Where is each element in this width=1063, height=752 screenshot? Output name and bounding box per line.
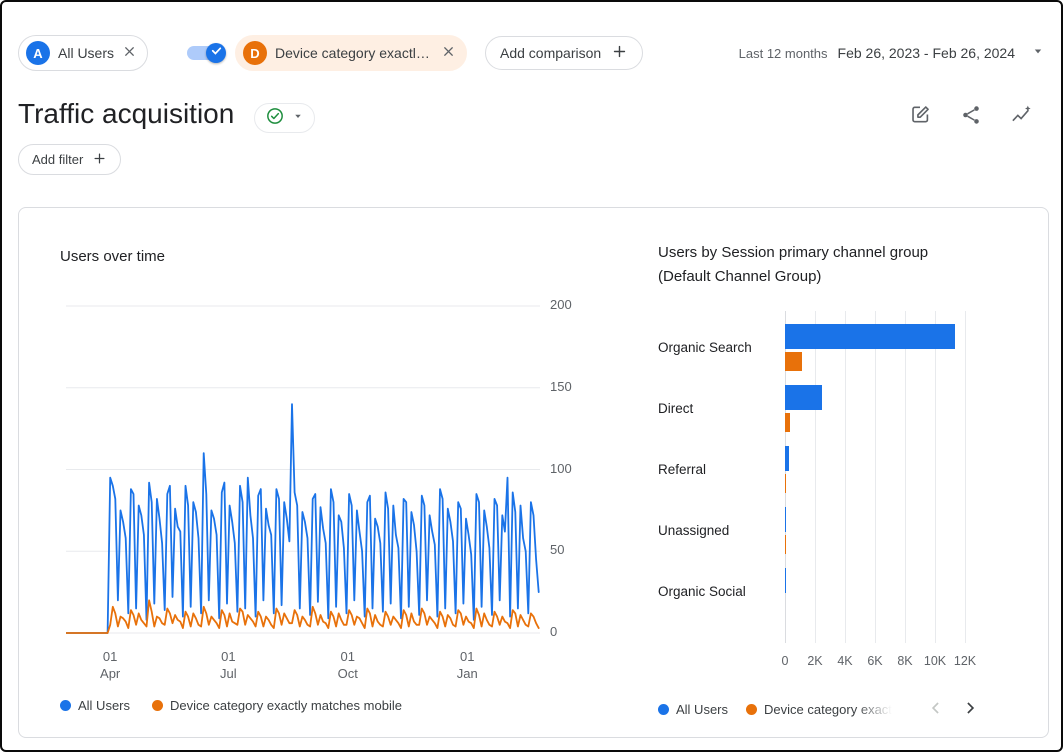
- date-preset-label: Last 12 months: [739, 46, 828, 61]
- bar-category-label: Referral: [658, 462, 785, 477]
- bar-group: [785, 378, 965, 439]
- x-tick-label: 01Apr: [100, 648, 120, 682]
- legend-item: All Users: [658, 702, 728, 717]
- close-icon: [441, 44, 456, 62]
- legend-label: All Users: [78, 698, 130, 713]
- users-over-time-chart: [66, 298, 540, 643]
- bar-comparison: [785, 474, 786, 493]
- plus-icon: [92, 151, 107, 169]
- comparison-pill-all-users[interactable]: A All Users: [18, 35, 148, 71]
- x-tick-label: 6K: [867, 654, 882, 668]
- y-tick-label: 0: [550, 624, 586, 639]
- line-chart-title: Users over time: [60, 248, 165, 265]
- add-filter-label: Add filter: [32, 152, 83, 167]
- comparison-toggle[interactable]: [187, 46, 223, 60]
- bar-group: [785, 500, 965, 561]
- bar-row: Organic Search: [658, 317, 966, 378]
- caret-down-icon: [1031, 44, 1045, 63]
- insights-icon: [1010, 103, 1033, 129]
- comparison-pill-device-category[interactable]: D Device category exactly matches mobile: [235, 35, 467, 71]
- share-report-button[interactable]: [960, 104, 982, 129]
- legend-dot-orange: [746, 704, 757, 715]
- check-icon: [210, 44, 223, 62]
- traffic-acquisition-report: A All Users D Device category exactly ma…: [0, 0, 1063, 752]
- x-tick-label: 01Oct: [338, 648, 358, 682]
- plus-icon: [611, 43, 628, 63]
- bar-row: Direct: [658, 378, 966, 439]
- legend-item: All Users: [60, 698, 130, 713]
- bar-category-label: Unassigned: [658, 523, 785, 538]
- add-filter-button[interactable]: Add filter: [18, 144, 121, 175]
- chevron-left-icon: [926, 698, 946, 721]
- bar-comparison: [785, 413, 790, 432]
- x-tick-label: 12K: [954, 654, 976, 668]
- x-tick-label: 0: [782, 654, 789, 668]
- legend-dot-blue: [658, 704, 669, 715]
- x-tick-label: 4K: [837, 654, 852, 668]
- bar-chart-x-axis: 02K4K6K8K10K12K: [785, 654, 966, 670]
- comparison-d-badge: D: [243, 41, 267, 65]
- bar-row: Organic Social: [658, 561, 966, 622]
- close-icon: [122, 44, 137, 62]
- legend-label: Device category exactly matches mobile: [170, 698, 402, 713]
- channel-group-bar-chart: Organic Search Direct Referral Unassigned Or…: [658, 317, 966, 622]
- add-comparison-label: Add comparison: [500, 45, 601, 61]
- legend-label: Device category exactly matches mobile: [764, 702, 892, 717]
- line-chart-legend: All Users Device category exactly matche…: [60, 698, 402, 713]
- y-tick-label: 150: [550, 379, 586, 394]
- y-tick-label: 200: [550, 297, 586, 312]
- remove-comparison-d-button[interactable]: [441, 44, 456, 62]
- report-validity-badge[interactable]: [254, 103, 315, 133]
- x-tick-label: 2K: [807, 654, 822, 668]
- charts-card: Users over time 0 50 100 150 200 01Apr 01Jul 0…: [18, 207, 1049, 738]
- add-comparison-button[interactable]: Add comparison: [485, 36, 643, 70]
- x-tick-label: 01Jul: [220, 648, 237, 682]
- legend-next-page-button[interactable]: [960, 698, 980, 721]
- date-range-label: Feb 26, 2023 - Feb 26, 2024: [838, 45, 1015, 61]
- caret-down-icon: [292, 109, 304, 127]
- share-icon: [960, 104, 982, 129]
- toggle-knob: [206, 43, 226, 63]
- bar-all-users: [785, 446, 789, 471]
- bar-all-users: [785, 324, 955, 349]
- legend-dot-orange: [152, 700, 163, 711]
- y-tick-label: 50: [550, 542, 586, 557]
- legend-item: Device category exactly matches mobile: [152, 698, 402, 713]
- date-range-selector[interactable]: Last 12 months Feb 26, 2023 - Feb 26, 20…: [739, 35, 1045, 71]
- y-tick-label: 100: [550, 461, 586, 476]
- bar-comparison: [785, 352, 802, 371]
- bar-group: [785, 561, 965, 622]
- chevron-right-icon: [960, 698, 980, 721]
- legend-item: Device category exactly matches mobile: [746, 702, 892, 717]
- bar-group: [785, 439, 965, 500]
- bar-category-label: Organic Social: [658, 584, 785, 599]
- bar-category-label: Organic Search: [658, 340, 785, 355]
- bar-all-users: [785, 385, 822, 410]
- bar-chart-title: Users by Session primary channel group (…: [658, 241, 980, 289]
- comparison-a-label: All Users: [58, 45, 114, 61]
- edit-report-icon: [909, 103, 932, 129]
- bar-row: Unassigned: [658, 500, 966, 561]
- x-tick-label: 10K: [924, 654, 946, 668]
- customize-report-button[interactable]: [909, 103, 932, 129]
- page-title: Traffic acquisition: [18, 98, 234, 130]
- bar-group: [785, 317, 965, 378]
- bar-category-label: Direct: [658, 401, 785, 416]
- legend-dot-blue: [60, 700, 71, 711]
- comparison-d-label: Device category exactly matches mobile: [275, 45, 433, 61]
- x-tick-label: 8K: [897, 654, 912, 668]
- insights-button[interactable]: [1010, 103, 1033, 129]
- legend-prev-page-button[interactable]: [926, 698, 946, 721]
- legend-label: All Users: [676, 702, 728, 717]
- remove-comparison-a-button[interactable]: [122, 44, 137, 62]
- x-tick-label: 01Jan: [457, 648, 478, 682]
- bar-chart-legend: All Users Device category exactly matche…: [658, 698, 980, 721]
- check-circle-icon: [265, 106, 285, 131]
- bar-row: Referral: [658, 439, 966, 500]
- comparison-a-badge: A: [26, 41, 50, 65]
